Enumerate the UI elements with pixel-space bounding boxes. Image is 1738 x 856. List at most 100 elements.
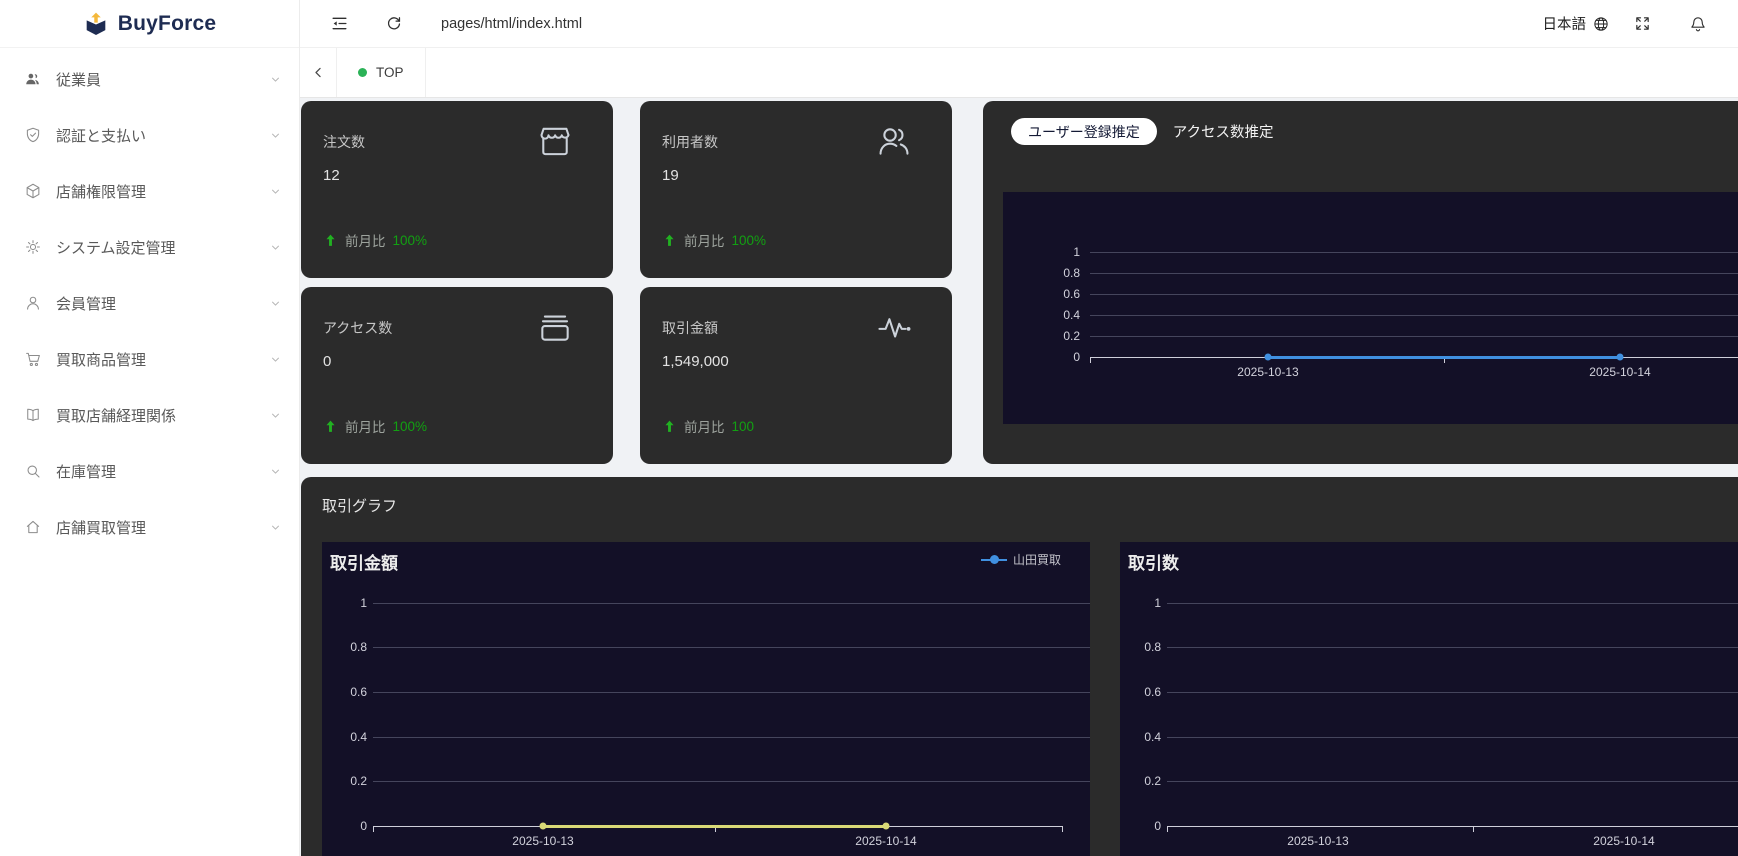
notifications-button[interactable] — [1689, 15, 1707, 33]
stat-card-users: 利用者数 19 前月比 100% — [640, 101, 952, 278]
stat-card-value: 12 — [323, 167, 340, 184]
chevron-down-icon — [270, 466, 281, 477]
x-axis-tick — [1167, 827, 1168, 832]
arrow-up-icon — [323, 419, 338, 434]
estimate-panel: ユーザー登録推定 アクセス数推定 1 0.8 0.6 0.4 0.2 0 202… — [983, 101, 1738, 464]
data-point — [1264, 353, 1272, 361]
sidebar-item-store-permission[interactable]: 店舗権限管理 — [0, 166, 299, 216]
stat-card-delta: 前月比 100% — [662, 230, 766, 250]
x-tick-label: 2025-10-13 — [1237, 365, 1299, 379]
users-icon — [875, 122, 913, 160]
chevron-down-icon — [270, 242, 281, 253]
chevron-down-icon — [270, 298, 281, 309]
language-button[interactable]: 日本語 — [1543, 13, 1611, 34]
gridline — [373, 737, 1090, 738]
search-icon — [24, 462, 42, 480]
sidebar-item-members[interactable]: 会員管理 — [0, 278, 299, 328]
app-root: BuyForce 従業員 認証と支払い 店舗権限管理 システム設定管理 会員管理… — [0, 0, 1738, 856]
y-tick: 0 — [360, 819, 367, 833]
stat-card-value: 19 — [662, 167, 679, 184]
y-tick: 0 — [1073, 350, 1080, 364]
gridline — [1090, 273, 1738, 274]
arrow-up-icon — [323, 233, 338, 248]
gear-icon — [24, 238, 42, 256]
transaction-amount-chart: 取引金額 山田買取 1 0.8 0.6 0.4 0.2 0 2025-10-13… — [322, 542, 1090, 856]
x-axis-tick — [373, 827, 374, 832]
toggle-user-registration-estimate[interactable]: ユーザー登録推定 — [1011, 118, 1157, 145]
chevron-down-icon — [270, 186, 281, 197]
fullscreen-icon — [1634, 15, 1651, 32]
gridline — [373, 692, 1090, 693]
x-axis-tick — [1062, 827, 1063, 832]
gridline — [1090, 315, 1738, 316]
y-tick: 0.8 — [1144, 640, 1161, 654]
x-axis-tick — [1473, 827, 1474, 832]
transactions-panel: 取引グラフ 取引金額 山田買取 1 0.8 0.6 0.4 0.2 0 2025… — [301, 477, 1738, 856]
sidebar-item-label: 在庫管理 — [56, 463, 117, 481]
y-tick: 0.2 — [1063, 329, 1080, 343]
sidebar-item-store-purchase[interactable]: 店舗買取管理 — [0, 502, 299, 552]
gridline — [1167, 603, 1738, 604]
sidebar-item-auth-payment[interactable]: 認証と支払い — [0, 110, 299, 160]
sidebar-item-purchase-accounting[interactable]: 買取店舗経理関係 — [0, 390, 299, 440]
y-tick: 0.2 — [1144, 774, 1161, 788]
toggle-access-estimate[interactable]: アクセス数推定 — [1173, 121, 1274, 142]
sidebar-item-employees[interactable]: 従業員 — [0, 54, 299, 104]
sidebar-item-label: 従業員 — [56, 71, 102, 89]
server-icon — [536, 308, 574, 346]
gridline — [373, 781, 1090, 782]
chart-title: 取引数 — [1128, 554, 1179, 573]
sidebar-item-label: 会員管理 — [56, 295, 117, 313]
y-tick: 0 — [1154, 819, 1161, 833]
chevron-down-icon — [270, 130, 281, 141]
y-tick: 0.8 — [350, 640, 367, 654]
refresh-button[interactable] — [385, 15, 403, 33]
user-icon — [24, 294, 42, 312]
gridline — [1090, 294, 1738, 295]
sidebar-item-system-settings[interactable]: システム設定管理 — [0, 222, 299, 272]
y-tick: 1 — [360, 596, 367, 610]
arrow-up-icon — [662, 419, 677, 434]
x-axis-tick — [1444, 358, 1445, 363]
header-actions: 日本語 — [1543, 13, 1738, 34]
chevron-down-icon — [270, 522, 281, 533]
chevron-left-icon — [311, 65, 326, 80]
globe-icon — [1592, 15, 1610, 33]
sidebar-item-inventory[interactable]: 在庫管理 — [0, 446, 299, 496]
y-tick: 0.4 — [1063, 308, 1080, 322]
brand-logo[interactable]: BuyForce — [0, 0, 299, 48]
y-tick: 0.6 — [1144, 685, 1161, 699]
tab-top[interactable]: TOP — [336, 48, 426, 97]
stat-card-orders: 注文数 12 前月比 100% — [301, 101, 613, 278]
x-axis-tick — [715, 827, 716, 832]
legend-yamada-kaitori[interactable]: 山田買取 — [981, 551, 1061, 568]
sidebar-item-label: 買取店舗経理関係 — [56, 407, 177, 425]
menu-fold-icon — [330, 14, 349, 33]
stat-card-access: アクセス数 0 前月比 100% — [301, 287, 613, 464]
fullscreen-button[interactable] — [1634, 15, 1651, 32]
gridline — [373, 647, 1090, 648]
employees-icon — [24, 70, 42, 88]
gridline — [373, 603, 1090, 604]
chevron-down-icon — [270, 354, 281, 365]
transactions-panel-title: 取引グラフ — [322, 498, 398, 515]
estimate-chart: 1 0.8 0.6 0.4 0.2 0 2025-10-13 2025-10-1… — [1003, 192, 1738, 424]
sidebar-item-label: 店舗権限管理 — [56, 183, 147, 201]
sidebar-collapse-button[interactable] — [330, 14, 349, 33]
stat-card-title: アクセス数 — [323, 320, 393, 336]
stat-card-delta: 前月比 100% — [323, 230, 427, 250]
gridline — [1167, 692, 1738, 693]
pulse-icon — [875, 308, 913, 346]
cart-icon — [24, 350, 42, 368]
x-tick-label: 2025-10-14 — [855, 834, 917, 848]
sidebar-item-purchase-products[interactable]: 買取商品管理 — [0, 334, 299, 384]
brand-name: BuyForce — [117, 11, 217, 35]
bell-icon — [1689, 15, 1707, 33]
tab-scroll-left-button[interactable] — [300, 48, 336, 97]
y-tick: 0.8 — [1063, 266, 1080, 280]
tab-bar: TOP — [300, 48, 1738, 98]
stat-card-transaction-amount: 取引金額 1,549,000 前月比 100 — [640, 287, 952, 464]
sidebar-item-label: 店舗買取管理 — [56, 519, 147, 537]
home-icon — [24, 518, 42, 536]
active-tab-dot — [358, 68, 367, 77]
